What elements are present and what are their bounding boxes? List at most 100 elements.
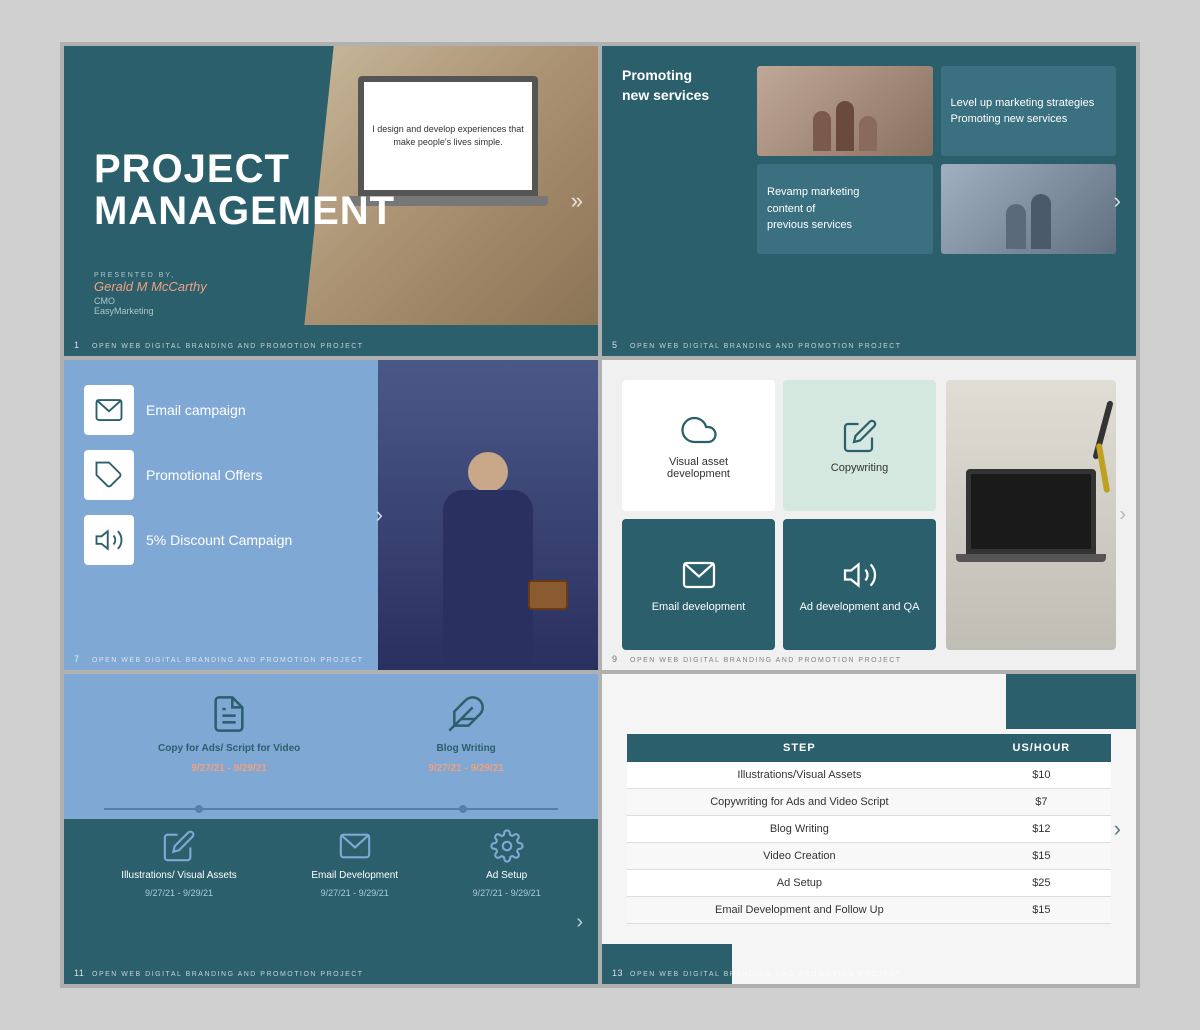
service-card-ad-dev: Ad development and QA — [783, 519, 936, 650]
pricing-header-step: STEP — [627, 734, 972, 762]
slide-number-7: 7 — [74, 654, 80, 664]
email-dev-label-b: Email Development — [311, 869, 398, 882]
slide-footer-9: OPEN WEB DIGITAL BRANDING AND PROMOTION … — [630, 657, 902, 664]
slide11-arrow-icon[interactable]: › — [576, 911, 583, 934]
slide-footer-11: OPEN WEB DIGITAL BRANDING AND PROMOTION … — [92, 971, 364, 978]
timeline-bottom-adsetup: Ad Setup 9/27/21 - 9/29/21 — [473, 829, 541, 898]
pricing-row-1: Illustrations/Visual Assets $10 — [627, 762, 1111, 789]
slide-5: Promoting new services Level up marketin — [602, 46, 1136, 356]
ad-dev-icon — [842, 557, 878, 593]
email-dev-timeline-icon — [338, 829, 372, 863]
email-dev-label: Email development — [652, 601, 746, 613]
presenter-title-text: CMO — [94, 296, 568, 306]
slide13-arrow-icon[interactable]: › — [1114, 816, 1121, 842]
service-card-copy: Copywriting — [783, 380, 936, 511]
pricing-step-4: Video Creation — [627, 843, 972, 870]
pricing-table: STEP US/HOUR Illustrations/Visual Assets… — [627, 734, 1111, 924]
double-arrow-icon[interactable]: » — [571, 188, 583, 214]
slide9-arrow-icon[interactable]: › — [1119, 504, 1126, 527]
laptop-text: I design and develop experiences that ma… — [372, 123, 524, 148]
pricing-step-6: Email Development and Follow Up — [627, 897, 972, 924]
megaphone-icon-box — [84, 515, 134, 565]
slides-container: I design and develop experiences that ma… — [60, 42, 1140, 988]
promotional-offers-label: Promotional Offers — [146, 467, 262, 483]
document-icon — [209, 694, 249, 734]
slide7-person-photo — [378, 360, 598, 670]
slide7-left-panel: Email campaign Promotional Offers — [64, 360, 378, 670]
services-grid: Visual asset development Copywriting Ema… — [622, 380, 936, 650]
slide9-laptop-photo — [946, 380, 1116, 650]
slide-number-1: 1 — [74, 340, 80, 350]
slide-1-title: PROJECT MANAGEMENT — [94, 148, 568, 232]
illustrations-label: Illustrations/ Visual Assets — [121, 869, 236, 882]
blog-date: 9/27/21 - 9/29/21 — [428, 763, 504, 774]
copywriting-label: Copywriting — [831, 462, 888, 474]
slide-footer-1: OPEN WEB DIGITAL BRANDING AND PROMOTION … — [92, 343, 364, 350]
pricing-row-6: Email Development and Follow Up $15 — [627, 897, 1111, 924]
ad-dev-label: Ad development and QA — [800, 601, 920, 613]
email-icon — [94, 395, 124, 425]
illustrations-date: 9/27/21 - 9/29/21 — [145, 888, 213, 898]
copy-date: 9/27/21 - 9/29/21 — [191, 763, 267, 774]
slide7-arrow-icon[interactable]: › — [376, 502, 383, 528]
revamp-text: Revamp marketing content of previous ser… — [767, 184, 859, 234]
pricing-rate-4: $15 — [972, 843, 1111, 870]
slide-1: I design and develop experiences that ma… — [64, 46, 598, 356]
email-icon-box — [84, 385, 134, 435]
revamp-text-panel: Revamp marketing content of previous ser… — [757, 164, 933, 254]
slide-footer-7: OPEN WEB DIGITAL BRANDING AND PROMOTION … — [92, 657, 364, 664]
slide11-bottom: Illustrations/ Visual Assets 9/27/21 - 9… — [64, 819, 598, 984]
copy-label: Copy for Ads/ Script for Video — [158, 742, 300, 755]
adsetup-label: Ad Setup — [486, 869, 527, 882]
slide-number-13: 13 — [612, 968, 623, 978]
timeline-bottom-email: Email Development 9/27/21 - 9/29/21 — [311, 829, 398, 898]
slide13-teal-corner-top — [1006, 674, 1136, 729]
pricing-rate-1: $10 — [972, 762, 1111, 789]
tag-icon-box — [84, 450, 134, 500]
title-line1: PROJECT — [94, 148, 568, 190]
adsetup-date: 9/27/21 - 9/29/21 — [473, 888, 541, 898]
megaphone-icon — [94, 525, 124, 555]
pricing-row-3: Blog Writing $12 — [627, 816, 1111, 843]
slide-number-11: 11 — [74, 968, 84, 978]
pricing-step-1: Illustrations/Visual Assets — [627, 762, 972, 789]
timeline-connector — [64, 799, 598, 819]
email-dev-icon — [681, 557, 717, 593]
timeline-item-copy: Copy for Ads/ Script for Video 9/27/21 -… — [158, 694, 300, 774]
slide13-teal-corner-bottom — [602, 944, 732, 984]
pricing-header-rate: US/HOUR — [972, 734, 1111, 762]
pencil-icon — [842, 418, 878, 454]
service-item-email: Email campaign — [84, 385, 358, 435]
discount-campaign-label: 5% Discount Campaign — [146, 532, 292, 548]
slide-footer-5: OPEN WEB DIGITAL BRANDING AND PROMOTION … — [630, 343, 902, 350]
slide-9: Visual asset development Copywriting Ema… — [602, 360, 1136, 670]
slide-footer-13: OPEN WEB DIGITAL BRANDING AND PROMOTION … — [630, 971, 902, 978]
photo-team-work — [941, 164, 1117, 254]
gear-icon — [490, 829, 524, 863]
pricing-row-5: Ad Setup $25 — [627, 870, 1111, 897]
slide-number-9: 9 — [612, 654, 618, 664]
photo-team-meeting — [757, 66, 933, 156]
slide-number-5: 5 — [612, 340, 618, 350]
slide-13: STEP US/HOUR Illustrations/Visual Assets… — [602, 674, 1136, 984]
pricing-step-2: Copywriting for Ads and Video Script — [627, 789, 972, 816]
pricing-rate-6: $15 — [972, 897, 1111, 924]
slide11-top: Copy for Ads/ Script for Video 9/27/21 -… — [64, 674, 598, 799]
timeline-bottom-illustrations: Illustrations/ Visual Assets 9/27/21 - 9… — [121, 829, 236, 898]
service-card-visual: Visual asset development — [622, 380, 775, 511]
service-item-promo: Promotional Offers — [84, 450, 358, 500]
presenter-company: EasyMarketing — [94, 306, 568, 316]
pricing-step-5: Ad Setup — [627, 870, 972, 897]
email-dev-date: 9/27/21 - 9/29/21 — [321, 888, 389, 898]
level-up-text-panel: Level up marketing strategies Promoting … — [941, 66, 1117, 156]
pricing-row-4: Video Creation $15 — [627, 843, 1111, 870]
blog-label: Blog Writing — [437, 742, 496, 755]
slide-11: Copy for Ads/ Script for Video 9/27/21 -… — [64, 674, 598, 984]
center-text: Level up marketing strategies Promoting … — [951, 95, 1107, 128]
slide-7: Email campaign Promotional Offers — [64, 360, 598, 670]
visual-asset-label: Visual asset development — [637, 456, 760, 480]
pricing-step-3: Blog Writing — [627, 816, 972, 843]
pricing-rate-5: $25 — [972, 870, 1111, 897]
slide5-arrow-icon[interactable]: › — [1114, 188, 1121, 214]
promoting-title: Promoting new services — [622, 66, 742, 105]
